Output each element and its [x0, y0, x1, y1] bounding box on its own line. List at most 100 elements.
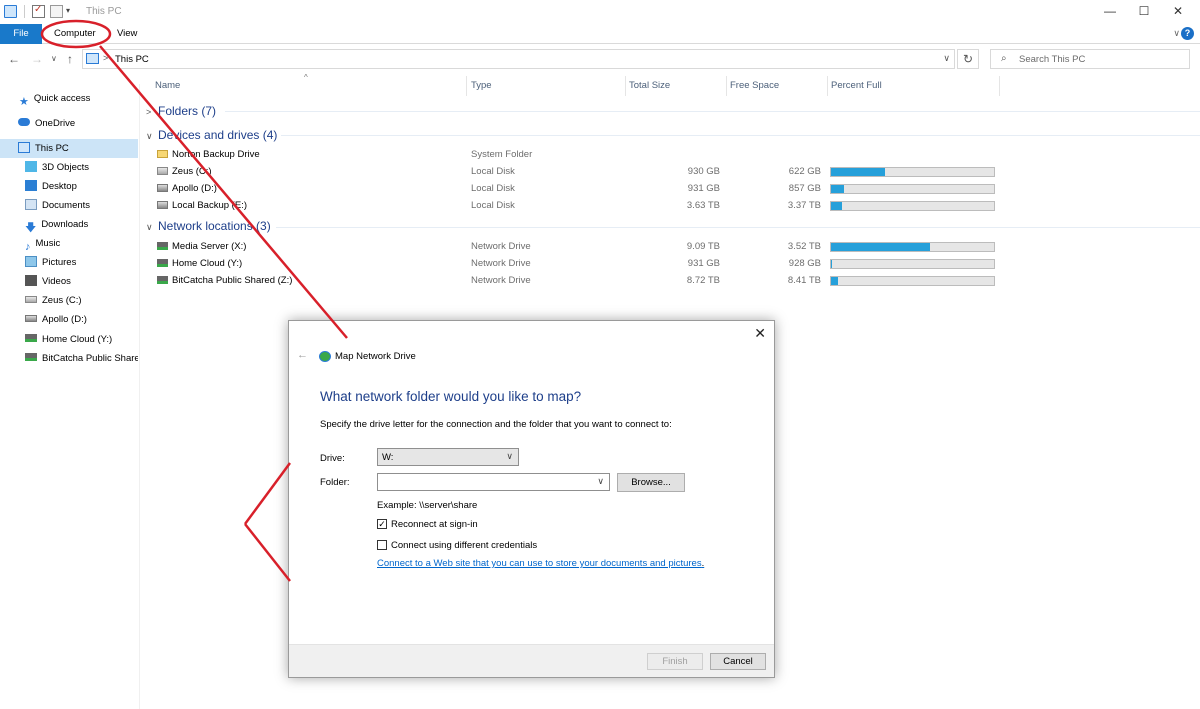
sidebar-item-desktop[interactable]: Desktop [0, 177, 138, 196]
folder-input[interactable]: ∨ [377, 473, 610, 491]
sidebar-item-label: BitCatcha Public Shared (Z:) [42, 353, 138, 364]
address-bar[interactable]: > This PC ∨ [82, 49, 955, 69]
search-input[interactable] [1019, 52, 1184, 66]
desktop-folder-icon [25, 179, 37, 191]
browse-button[interactable]: Browse... [617, 473, 685, 492]
drive-free-space: 928 GB [788, 258, 821, 269]
drive-free-space: 3.37 TB [787, 200, 821, 211]
drive-type: Local Disk [471, 166, 515, 177]
group-divider [281, 135, 1200, 136]
sidebar-item-3d-objects[interactable]: 3D Objects [0, 158, 138, 177]
sidebar-item-downloads[interactable]: 🡇 Downloads [0, 215, 138, 234]
sidebar-item-label: 3D Objects [42, 162, 89, 173]
tab-computer[interactable]: Computer [48, 24, 102, 44]
drive-icon [157, 201, 168, 209]
tab-file[interactable]: File [0, 24, 42, 44]
reconnect-checkbox[interactable]: ✓ [377, 519, 387, 529]
chevron-down-icon: ∨ [146, 222, 153, 232]
sidebar-item-zeus[interactable]: Zeus (C:) [0, 291, 138, 310]
group-folders[interactable]: > Folders (7) [146, 104, 216, 120]
address-dropdown-icon[interactable]: ∨ [943, 53, 950, 64]
expand-ribbon-icon[interactable]: ∨ [1173, 28, 1180, 39]
web-site-link-text[interactable]: Connect to a Web site that you can use t… [377, 558, 702, 569]
usage-bar [830, 167, 995, 177]
back-icon[interactable]: ← [8, 52, 20, 66]
sidebar-item-pictures[interactable]: Pictures [0, 253, 138, 272]
sidebar-item-home-cloud[interactable]: Home Cloud (Y:) [0, 330, 138, 349]
column-divider[interactable] [827, 76, 828, 96]
network-drive-icon [25, 334, 37, 343]
backup-icon [157, 150, 168, 158]
tab-view[interactable]: View [111, 24, 143, 44]
column-header-free-space[interactable]: Free Space [730, 80, 779, 94]
customize-quick-access-icon[interactable]: ▾ [66, 6, 70, 15]
drive-row[interactable]: Zeus (C:) Local Disk 930 GB 622 GB [155, 164, 1000, 181]
drive-row[interactable]: Local Backup (E:) Local Disk 3.63 TB 3.3… [155, 198, 1000, 215]
sort-ascending-icon: ^ [304, 73, 308, 82]
network-drive-icon [157, 242, 168, 250]
group-label: Devices and drives (4) [158, 128, 278, 142]
column-divider[interactable] [466, 76, 467, 96]
column-header-type[interactable]: Type [471, 80, 492, 94]
close-button[interactable]: ✕ [1168, 3, 1188, 19]
reconnect-label[interactable]: Reconnect at sign-in [391, 519, 478, 530]
windows-drive-icon [25, 295, 37, 303]
search-box[interactable]: ⌕ [990, 49, 1190, 69]
column-header-percent-full[interactable]: Percent Full [831, 80, 882, 94]
navigation-bar: ← → ∨ ↑ > This PC ∨ ↻ ⌕ [0, 45, 1200, 73]
close-icon[interactable]: ✕ [754, 325, 766, 342]
network-drive-row[interactable]: BitCatcha Public Shared (Z:) Network Dri… [155, 273, 1000, 290]
forward-icon[interactable]: → [31, 52, 43, 66]
sidebar-item-this-pc[interactable]: This PC [0, 139, 138, 158]
drive-free-space: 3.52 TB [787, 241, 821, 252]
group-label: Folders (7) [158, 104, 217, 118]
column-divider[interactable] [726, 76, 727, 96]
sidebar-item-music[interactable]: ♪ Music [0, 234, 138, 253]
sidebar-item-quick-access[interactable]: ★ Quick access [0, 89, 138, 108]
up-icon[interactable]: ↑ [67, 52, 73, 66]
group-network-locations[interactable]: ∨ Network locations (3) [146, 219, 271, 235]
maximize-button[interactable]: ☐ [1134, 3, 1154, 19]
column-header-name[interactable]: Name [155, 80, 180, 94]
folder-example: Example: \\server\share [377, 500, 478, 511]
sidebar-item-apollo[interactable]: Apollo (D:) [0, 310, 138, 329]
new-folder-icon[interactable] [50, 5, 63, 18]
help-icon[interactable]: ? [1181, 27, 1194, 40]
breadcrumb[interactable]: This PC [115, 54, 149, 65]
recent-locations-icon[interactable]: ∨ [51, 54, 57, 63]
back-icon[interactable]: ← [297, 349, 308, 361]
sidebar-item-documents[interactable]: Documents [0, 196, 138, 215]
drive-total-size: 930 GB [687, 166, 720, 177]
refresh-button[interactable]: ↻ [957, 49, 979, 69]
usage-bar [830, 184, 995, 194]
network-drive-row[interactable]: Media Server (X:) Network Drive 9.09 TB … [155, 239, 1000, 256]
sidebar-item-label: Music [35, 238, 61, 249]
finish-button[interactable]: Finish [647, 653, 703, 670]
title-bar: ▾ This PC — ☐ ✕ [0, 0, 1200, 24]
column-header-total-size[interactable]: Total Size [629, 80, 670, 94]
group-devices-and-drives[interactable]: ∨ Devices and drives (4) [146, 128, 277, 144]
drive-letter-value: W: [382, 452, 394, 463]
drive-row[interactable]: Norton Backup Drive System Folder [155, 147, 1000, 164]
drive-total-size: 9.09 TB [686, 241, 720, 252]
sidebar-item-bitcatcha[interactable]: BitCatcha Public Shared (Z:) [0, 349, 138, 368]
sidebar-item-onedrive[interactable]: OneDrive [0, 114, 138, 133]
chevron-down-icon[interactable]: ∨ [597, 476, 604, 487]
minimize-button[interactable]: — [1100, 3, 1120, 19]
computer-icon [18, 141, 30, 153]
network-drive-row[interactable]: Home Cloud (Y:) Network Drive 931 GB 928… [155, 256, 1000, 273]
pictures-folder-icon [25, 255, 37, 267]
cancel-button[interactable]: Cancel [710, 653, 766, 670]
credentials-label[interactable]: Connect using different credentials [391, 540, 537, 551]
properties-icon[interactable] [32, 4, 45, 18]
drive-row[interactable]: Apollo (D:) Local Disk 931 GB 857 GB [155, 181, 1000, 198]
this-pc-icon [4, 5, 17, 18]
column-divider[interactable] [999, 76, 1000, 96]
drive-letter-select[interactable]: W: ∨ [377, 448, 519, 466]
credentials-checkbox[interactable] [377, 540, 387, 550]
sidebar-item-videos[interactable]: Videos [0, 272, 138, 291]
breadcrumb-arrow-icon[interactable]: > [103, 53, 108, 63]
web-site-link[interactable]: Connect to a Web site that you can use t… [377, 558, 704, 569]
column-divider[interactable] [625, 76, 626, 96]
group-divider [276, 227, 1200, 228]
